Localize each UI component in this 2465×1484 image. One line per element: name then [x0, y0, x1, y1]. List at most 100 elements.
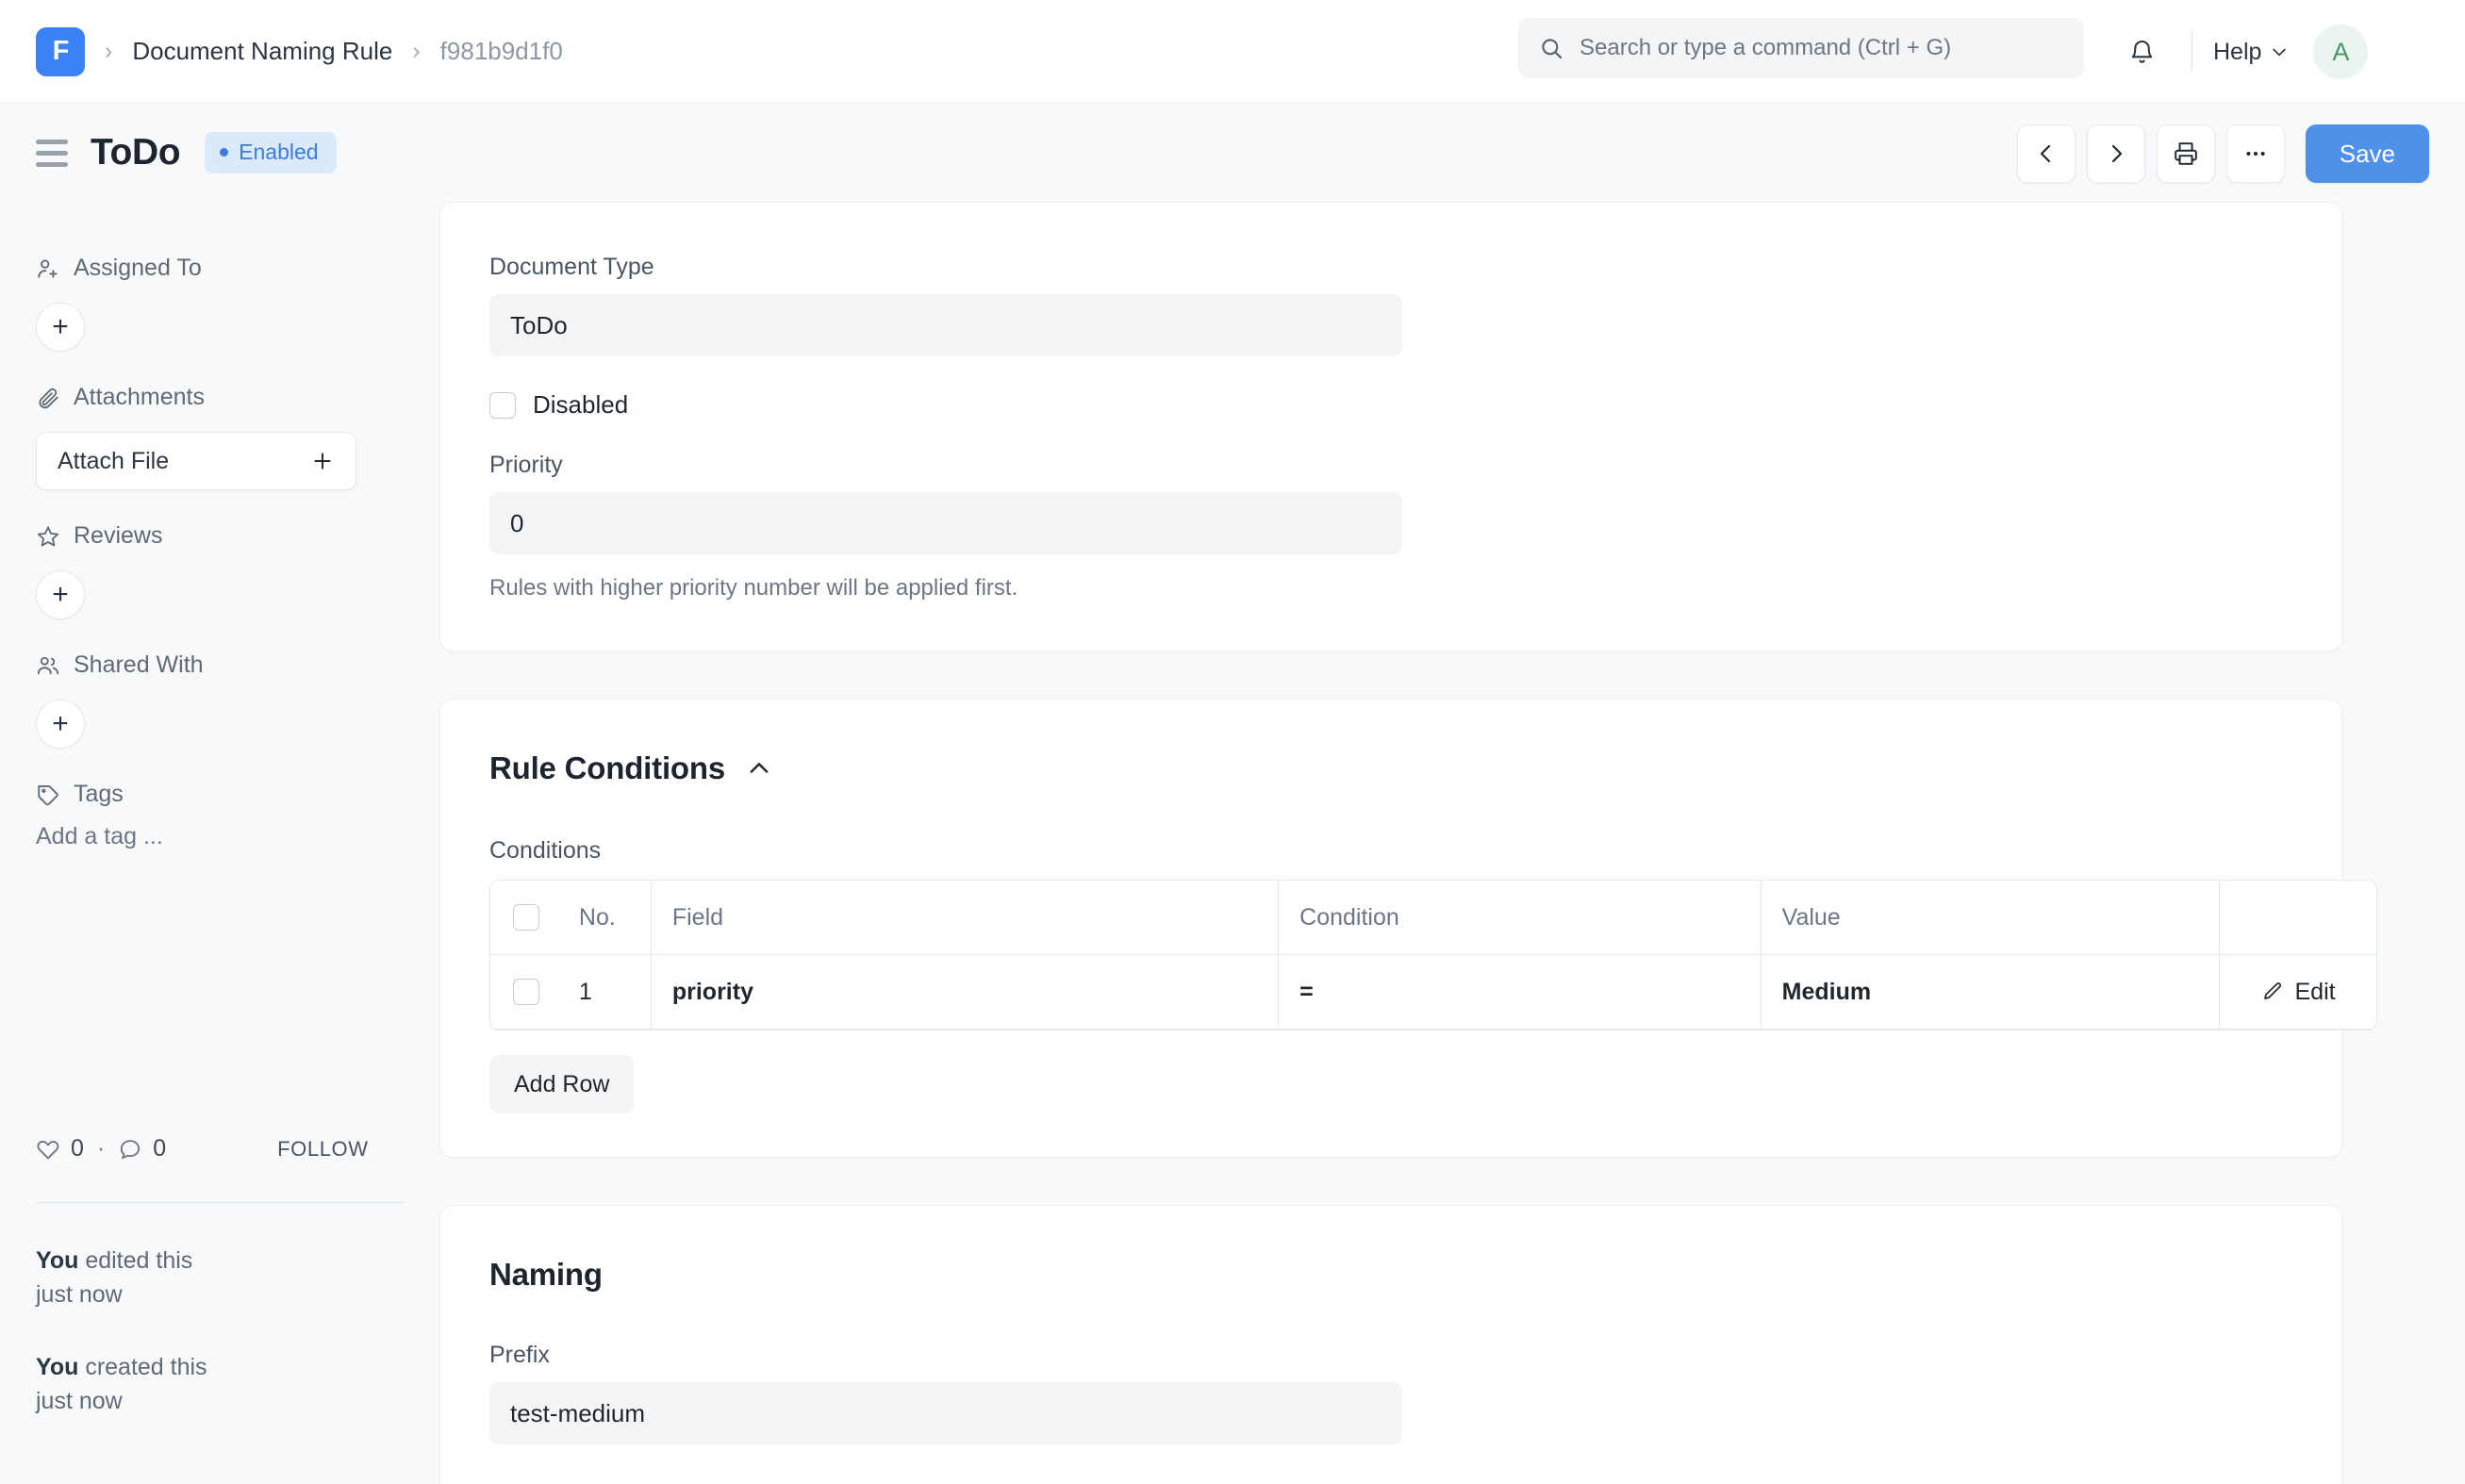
input-document-type[interactable]: ToDo	[489, 294, 1402, 356]
input-prefix[interactable]: test-medium	[489, 1382, 1402, 1444]
activity-entry-edited: You edited this just now	[36, 1245, 404, 1311]
help-menu[interactable]: Help	[2213, 39, 2289, 66]
cell-value[interactable]: Medium	[1762, 955, 2221, 1029]
sidebar-label-reviews: Reviews	[74, 522, 163, 549]
conditions-grid: No. Field Condition Value 1 priority = M…	[489, 880, 2377, 1031]
top-navbar: F › Document Naming Rule › f981b9d1f0 Se…	[0, 0, 2465, 104]
global-search[interactable]: Search or type a command (Ctrl + G)	[1518, 18, 2084, 78]
like-count: 0	[71, 1135, 84, 1162]
checkbox-select-all[interactable]	[512, 904, 539, 931]
page-title: ToDo	[91, 132, 181, 173]
search-icon	[1539, 36, 1564, 61]
activity-action: edited this	[78, 1247, 193, 1274]
sidebar-section-reviews: Reviews +	[36, 522, 404, 619]
sidebar-section-assigned-to: Assigned To +	[36, 255, 404, 352]
help-label: Help	[2213, 38, 2262, 65]
checkbox-row-1[interactable]	[512, 979, 539, 1005]
section-title-label: Naming	[489, 1257, 603, 1292]
sidebar-label-assigned-to: Assigned To	[74, 255, 202, 281]
social-stats: 0 · 0 FOLLOW	[36, 1135, 404, 1162]
row-select-cell[interactable]	[490, 955, 562, 1029]
activity-time: just now	[36, 1280, 123, 1308]
more-actions-button[interactable]	[2225, 124, 2285, 183]
like-stat[interactable]: 0	[36, 1135, 84, 1162]
cell-condition[interactable]: =	[1279, 955, 1762, 1029]
table-row[interactable]: 1 priority = Medium Edit	[490, 955, 2376, 1030]
label-disabled: Disabled	[533, 390, 629, 419]
document-sidebar: Assigned To + Attachments Attach File Re…	[0, 202, 439, 1484]
heart-icon	[36, 1137, 60, 1162]
breadcrumb-item-docid[interactable]: f981b9d1f0	[440, 37, 563, 66]
add-row-button[interactable]: Add Row	[489, 1055, 635, 1113]
star-icon	[36, 524, 60, 549]
notifications-button[interactable]	[2112, 23, 2171, 81]
breadcrumb-item-doctype[interactable]: Document Naming Rule	[132, 37, 392, 66]
checkbox-row-disabled[interactable]: Disabled	[489, 390, 2292, 420]
save-button[interactable]: Save	[2305, 124, 2429, 183]
input-priority[interactable]: 0	[489, 492, 1402, 554]
page-body: ToDo Enabled Save Assigned To + Attachme…	[0, 104, 2465, 1484]
section-title-rule-conditions[interactable]: Rule Conditions	[489, 750, 2292, 786]
follow-button[interactable]: FOLLOW	[277, 1137, 369, 1162]
bell-icon	[2128, 39, 2156, 66]
activity-time: just now	[36, 1387, 123, 1414]
activity-entry-created: You created this just now	[36, 1351, 404, 1418]
users-icon	[36, 653, 60, 678]
chevron-down-icon	[2270, 42, 2289, 61]
edit-row-button[interactable]: Edit	[2261, 979, 2336, 1006]
grid-header-actions	[2220, 881, 2376, 954]
cell-actions[interactable]: Edit	[2220, 955, 2376, 1029]
print-icon	[2174, 141, 2198, 166]
status-badge[interactable]: Enabled	[205, 132, 337, 173]
cell-field[interactable]: priority	[652, 955, 1280, 1029]
comment-count: 0	[153, 1135, 167, 1162]
sidebar-toggle-icon[interactable]	[36, 139, 68, 167]
label-document-type: Document Type	[489, 254, 654, 280]
breadcrumb-separator-2: ›	[412, 38, 421, 64]
edit-label: Edit	[2294, 978, 2336, 1005]
plus-icon	[310, 449, 335, 473]
sidebar-section-attachments: Attachments Attach File	[36, 384, 404, 490]
paperclip-icon	[36, 386, 60, 410]
activity-action: created this	[78, 1354, 207, 1380]
grid-select-all-cell[interactable]	[490, 881, 562, 954]
pencil-icon	[2261, 981, 2284, 1003]
add-tag-input[interactable]: Add a tag ...	[36, 823, 404, 850]
app-logo-icon[interactable]: F	[36, 26, 85, 76]
activity-actor: You	[36, 1247, 79, 1274]
label-priority: Priority	[489, 452, 563, 478]
card-naming: Naming Prefix test-medium Digits	[439, 1205, 2342, 1484]
checkbox-disabled[interactable]	[489, 391, 516, 419]
avatar[interactable]: A	[2313, 25, 2369, 79]
card-document-settings: Document Type ToDo Disabled Priority 0 R…	[439, 202, 2342, 651]
section-title-naming: Naming	[489, 1257, 2292, 1293]
label-conditions-grid: Conditions	[489, 837, 602, 864]
cell-no: 1	[562, 955, 652, 1029]
tag-icon	[36, 783, 60, 807]
search-input[interactable]: Search or type a command (Ctrl + G)	[1580, 35, 1951, 61]
add-assignee-button[interactable]: +	[36, 303, 85, 352]
label-prefix: Prefix	[489, 1342, 550, 1368]
sidebar-label-tags: Tags	[74, 781, 124, 807]
comment-stat[interactable]: 0	[118, 1135, 166, 1162]
sidebar-section-tags: Tags Add a tag ...	[36, 781, 404, 850]
ellipsis-icon	[2243, 141, 2268, 166]
card-rule-conditions: Rule Conditions Conditions No. Field Con…	[439, 699, 2377, 1158]
sidebar-label-attachments: Attachments	[74, 384, 205, 410]
print-button[interactable]	[2156, 124, 2215, 183]
sidebar-divider	[36, 1202, 404, 1203]
attach-file-button[interactable]: Attach File	[36, 432, 356, 490]
prev-document-button[interactable]	[2016, 124, 2076, 183]
comment-icon	[118, 1137, 142, 1162]
status-badge-label: Enabled	[239, 140, 319, 164]
breadcrumb-separator-1: ›	[105, 38, 113, 64]
page-title-bar: ToDo Enabled Save	[0, 104, 2465, 202]
chevron-up-icon[interactable]	[746, 755, 772, 782]
main-content: Document Type ToDo Disabled Priority 0 R…	[439, 202, 2465, 1484]
next-document-button[interactable]	[2086, 124, 2145, 183]
section-title-label: Rule Conditions	[489, 750, 725, 785]
add-shared-user-button[interactable]: +	[36, 700, 85, 749]
grid-header-field: Field	[652, 881, 1280, 954]
add-review-button[interactable]: +	[36, 570, 85, 619]
sidebar-section-shared-with: Shared With +	[36, 651, 404, 749]
